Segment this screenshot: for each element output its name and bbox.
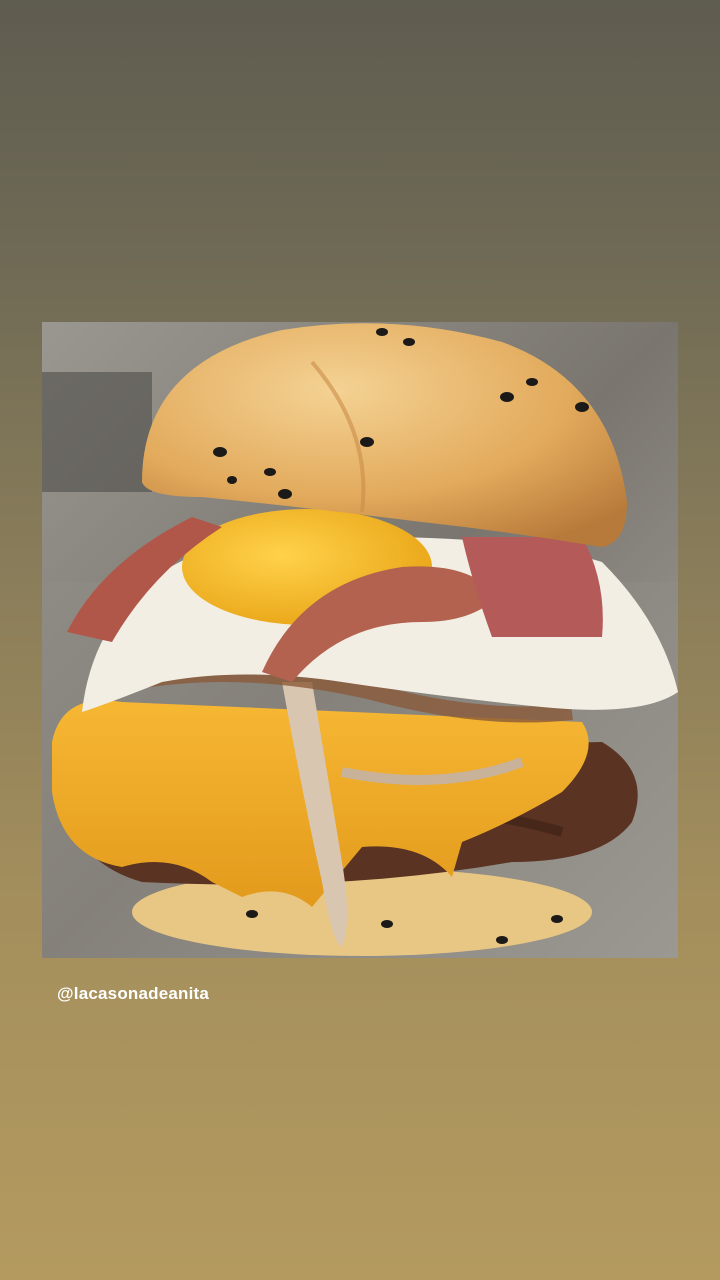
burger-image — [42, 322, 678, 958]
mention-sticker[interactable]: @lacasonadeanita — [57, 984, 209, 1004]
story-photo — [42, 322, 678, 958]
